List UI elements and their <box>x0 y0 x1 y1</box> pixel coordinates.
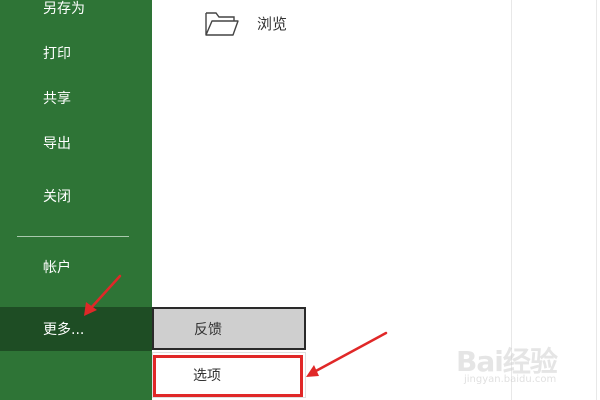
sidebar-item-save-as[interactable]: 另存为 <box>0 0 152 28</box>
sidebar-item-label: 帐户 <box>43 260 71 276</box>
sidebar-item-print[interactable]: 打印 <box>0 33 152 73</box>
sidebar-item-label: 另存为 <box>43 1 85 17</box>
sidebar-item-close[interactable]: 关闭 <box>0 176 152 216</box>
watermark-url: jingyan.baidu.com <box>464 374 557 385</box>
menu-item-label: 反馈 <box>194 321 222 338</box>
folder-icon <box>205 12 239 36</box>
sidebar-divider <box>17 236 129 237</box>
sidebar-item-account[interactable]: 帐户 <box>0 247 152 287</box>
browse-button[interactable]: 浏览 <box>204 6 287 40</box>
sidebar-item-share[interactable]: 共享 <box>0 78 152 118</box>
menu-item-options[interactable]: 选项 <box>152 352 306 398</box>
sidebar-item-more[interactable]: 更多... <box>0 307 152 351</box>
sidebar-item-label: 共享 <box>43 91 71 107</box>
sidebar-item-label: 打印 <box>43 46 71 62</box>
backstage-sidebar: 另存为 打印 共享 导出 关闭 帐户 更多... <box>0 0 152 400</box>
column-divider <box>596 0 597 400</box>
sidebar-item-label: 关闭 <box>43 189 71 205</box>
sidebar-item-label: 导出 <box>43 136 71 152</box>
baidu-watermark: Bai经验 jingyan.baidu.com <box>456 336 596 396</box>
sidebar-item-label: 更多... <box>43 322 85 338</box>
sidebar-item-export[interactable]: 导出 <box>0 123 152 163</box>
menu-item-feedback[interactable]: 反馈 <box>152 307 306 350</box>
menu-item-label: 选项 <box>193 368 221 384</box>
browse-label: 浏览 <box>257 14 288 33</box>
